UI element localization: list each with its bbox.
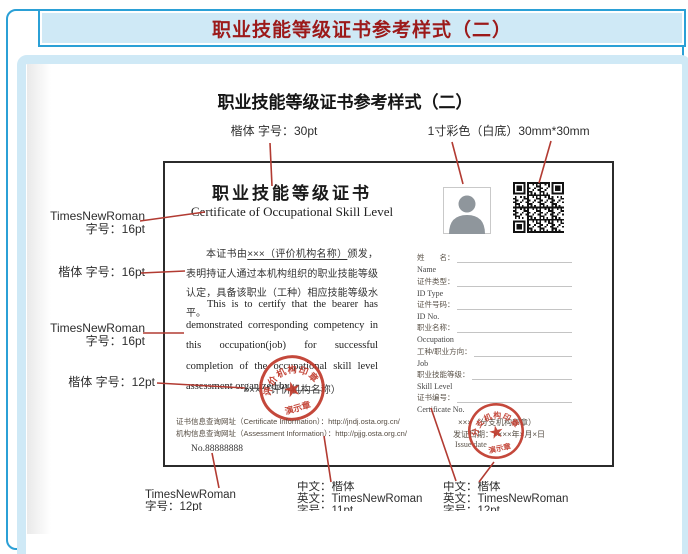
field-underline (457, 278, 573, 287)
top-banner: 职业技能等级证书参考样式（二） (38, 9, 686, 47)
field-label-en: Name (417, 265, 572, 274)
field-label-en: Job (417, 359, 572, 368)
field-label-cn: 证件号码： (417, 299, 455, 310)
body-cn-prefix: 本证书由 (206, 249, 247, 260)
annotation-left-3: TimesNewRoman 字号：16pt (45, 322, 145, 348)
field-label-cn: 工种/职业方向： (417, 346, 472, 357)
field-row: 职业技能等级： Skill Level (417, 370, 572, 391)
annotation-line: 英文：TimesNewRoman (297, 493, 437, 505)
annotation-line: 字号：12pt (443, 505, 583, 511)
field-row: 职业名称： Occupation (417, 323, 572, 344)
assessment-query-url: 机构信息查询网址（Assessment Information）：http://… (176, 428, 407, 439)
annotation-line: 字号：16pt (45, 223, 145, 236)
certificate-serial-number: No.88888888 (191, 444, 243, 454)
body-cn-org-placeholder: ×××（评价机构名称） (247, 249, 347, 260)
annotation-line: 中文：楷体 (297, 481, 437, 493)
banner-title: 职业技能等级证书参考样式（二） (212, 15, 512, 42)
field-label-cn: 职业技能等级： (417, 369, 470, 380)
field-label-cn: 姓 名： (417, 252, 455, 263)
field-row: 工种/职业方向： Job (417, 347, 572, 368)
annotation-left-4: 楷体 字号：12pt (55, 376, 155, 389)
annotation-qr-size: 30mm*30mm (518, 125, 590, 138)
field-underline (472, 371, 573, 380)
annotation-bottom-1: TimesNewRoman 字号：12pt (145, 489, 275, 511)
branch-org-seal: 分支机构印章 ★ 演示章 (462, 397, 531, 466)
field-underline (474, 348, 572, 357)
certificate-title: 职业技能等级证书 (167, 179, 417, 204)
qr-code (513, 182, 564, 233)
field-label-cn: 证书编号： (417, 392, 455, 403)
screenshot-page: 职业技能等级证书参考样式（二） 职业技能等级证书参考样式（二） 楷体 字号：30… (0, 0, 688, 554)
field-row: 证件号码： ID No. (417, 300, 572, 321)
annotation-left-1: TimesNewRoman 字号：16pt (45, 210, 145, 236)
field-label-en: Skill Level (417, 382, 572, 391)
certificate-query-url: 证书信息查询网址（Certificate Information）：http:/… (176, 416, 400, 427)
annotation-line: 中文：楷体 (443, 481, 583, 493)
annotation-line: 字号：11pt (297, 505, 437, 511)
field-underline (457, 301, 573, 310)
page-curl-shadow (27, 64, 51, 534)
id-photo-placeholder (443, 187, 491, 234)
field-underline (457, 254, 573, 263)
seal-star-icon: ★ (486, 421, 505, 444)
field-underline (457, 324, 573, 333)
annotation-bottom-2: 中文：楷体 英文：TimesNewRoman 字号：11pt (297, 481, 437, 511)
annotation-photo: 1寸彩色（白底） (420, 125, 526, 138)
field-label-cn: 证件类型： (417, 276, 455, 287)
field-label-en: Occupation (417, 335, 572, 344)
field-label-cn: 职业名称： (417, 322, 455, 333)
page-title: 职业技能等级证书参考样式（二） (27, 88, 663, 113)
field-label-en: ID Type (417, 289, 572, 298)
annotation-bottom-3: 中文：楷体 英文：TimesNewRoman 字号：12pt (443, 481, 583, 511)
field-label-en: ID No. (417, 312, 572, 321)
field-row: 姓 名： Name (417, 253, 572, 274)
certificate-subtitle: Certificate of Occupational Skill Level (167, 204, 417, 220)
field-row: 证件类型： ID Type (417, 277, 572, 298)
annotation-line: 字号：12pt (145, 501, 275, 511)
annotation-line: 楷体 字号：16pt (45, 266, 145, 279)
annotation-line: 英文：TimesNewRoman (443, 493, 583, 505)
annotation-line: 字号：16pt (45, 335, 145, 348)
seal-star-icon: ★ (281, 377, 305, 403)
annotation-left-2: 楷体 字号：16pt (45, 266, 145, 279)
annotation-line: TimesNewRoman (145, 489, 275, 501)
annotation-title-font: 楷体 字号：30pt (216, 125, 332, 138)
annotation-line: 楷体 字号：12pt (55, 376, 155, 389)
